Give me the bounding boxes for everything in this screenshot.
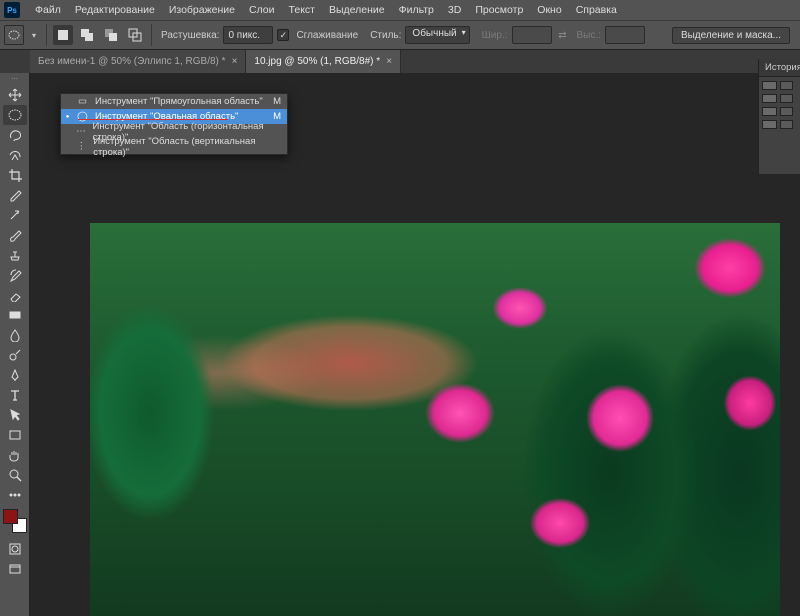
workspace: ⋯ ▭ Ин — [0, 73, 800, 616]
document-tabs: Без имени-1 @ 50% (Эллипс 1, RGB/8) * × … — [0, 50, 800, 73]
selection-mode-add-icon[interactable] — [77, 25, 97, 45]
column-marquee-icon: ⋮ — [75, 141, 89, 152]
flyout-label: Инструмент "Область (вертикальная строка… — [93, 136, 276, 158]
history-step-icon — [780, 120, 793, 129]
menu-layers[interactable]: Слои — [242, 2, 282, 18]
selection-mode-new-icon[interactable] — [53, 25, 73, 45]
foreground-color-swatch[interactable] — [3, 509, 18, 524]
feather-label: Растушевка: — [161, 30, 219, 41]
clone-stamp-tool[interactable] — [3, 245, 27, 265]
menu-3d[interactable]: 3D — [441, 2, 468, 18]
history-entry[interactable] — [762, 106, 797, 117]
zoom-tool[interactable] — [3, 465, 27, 485]
canvas-area[interactable]: ▭ Инструмент "Прямоугольная область" M ●… — [30, 73, 800, 616]
menu-help[interactable]: Справка — [569, 2, 624, 18]
close-icon[interactable]: × — [232, 56, 238, 67]
history-thumb — [762, 94, 777, 103]
history-thumb — [762, 107, 777, 116]
height-input — [605, 26, 645, 44]
selection-mode-intersect-icon[interactable] — [125, 25, 145, 45]
quick-mask-toggle[interactable] — [3, 539, 27, 559]
width-input — [512, 26, 552, 44]
lasso-tool[interactable] — [3, 125, 27, 145]
marquee-tool[interactable] — [3, 105, 27, 125]
menu-image[interactable]: Изображение — [162, 2, 242, 18]
eyedropper-tool[interactable] — [3, 185, 27, 205]
tools-panel: ⋯ — [0, 73, 30, 616]
screen-mode-toggle[interactable] — [3, 559, 27, 579]
crop-tool[interactable] — [3, 165, 27, 185]
hand-tool[interactable] — [3, 445, 27, 465]
history-step-icon — [780, 107, 793, 116]
flyout-shortcut: M — [273, 96, 281, 107]
link-wh-icon: ⇄ — [556, 30, 570, 41]
menu-view[interactable]: Просмотр — [468, 2, 530, 18]
menu-text[interactable]: Текст — [282, 2, 322, 18]
tab-label: 10.jpg @ 50% (1, RGB/8#) * — [254, 56, 380, 67]
history-step-icon — [780, 81, 793, 90]
collapse-toggle[interactable]: ⋯ — [1, 75, 29, 85]
history-panel[interactable]: История — [758, 59, 800, 174]
divider — [46, 24, 47, 46]
menu-edit[interactable]: Редактирование — [68, 2, 162, 18]
selection-mode-subtract-icon[interactable] — [101, 25, 121, 45]
gradient-tool[interactable] — [3, 305, 27, 325]
brush-tool[interactable] — [3, 225, 27, 245]
history-panel-tab[interactable]: История — [759, 59, 800, 77]
flyout-item-single-column[interactable]: ⋮ Инструмент "Область (вертикальная стро… — [61, 139, 287, 154]
tab-label: Без имени-1 @ 50% (Эллипс 1, RGB/8) * — [38, 56, 226, 67]
dodge-tool[interactable] — [3, 345, 27, 365]
select-and-mask-button[interactable]: Выделение и маска... — [672, 27, 790, 44]
document-tab[interactable]: Без имени-1 @ 50% (Эллипс 1, RGB/8) * × — [30, 50, 246, 73]
edit-toolbar[interactable] — [3, 485, 27, 505]
current-dot: ● — [65, 114, 70, 120]
menu-select[interactable]: Выделение — [322, 2, 392, 18]
healing-brush-tool[interactable] — [3, 205, 27, 225]
row-marquee-icon: ⋯ — [74, 126, 87, 137]
history-entry[interactable] — [762, 93, 797, 104]
path-select-tool[interactable] — [3, 405, 27, 425]
flyout-label: Инструмент "Прямоугольная область" — [95, 96, 263, 107]
history-entry[interactable] — [762, 80, 797, 91]
history-thumb — [762, 120, 777, 129]
blur-tool[interactable] — [3, 325, 27, 345]
rect-marquee-icon: ▭ — [75, 96, 90, 107]
app-badge: Ps — [4, 2, 20, 18]
height-label: Выс.: — [577, 30, 601, 41]
antialias-label: Сглаживание — [296, 30, 358, 41]
document-canvas[interactable] — [90, 223, 780, 616]
history-thumb — [762, 81, 777, 90]
move-tool[interactable] — [3, 85, 27, 105]
close-icon[interactable]: × — [386, 56, 392, 67]
tool-preset-dropdown[interactable]: ▾ — [28, 25, 40, 45]
options-bar: ▾ Растушевка: ✓ Сглаживание Стиль: Обычн… — [0, 20, 800, 50]
history-step-icon — [780, 94, 793, 103]
annotation-underline — [78, 119, 228, 120]
antialias-checkbox[interactable]: ✓ — [277, 29, 289, 41]
pen-tool[interactable] — [3, 365, 27, 385]
menu-window[interactable]: Окно — [530, 2, 568, 18]
color-swatches[interactable] — [3, 509, 27, 533]
feather-input[interactable] — [223, 26, 273, 44]
marquee-flyout-menu: ▭ Инструмент "Прямоугольная область" M ●… — [60, 93, 288, 155]
style-select[interactable]: Обычный — [405, 26, 469, 44]
main-menu-bar: Ps Файл Редактирование Изображение Слои … — [0, 0, 800, 20]
document-tab[interactable]: 10.jpg @ 50% (1, RGB/8#) * × — [246, 50, 401, 73]
menu-file[interactable]: Файл — [28, 2, 68, 18]
width-label: Шир.: — [482, 30, 508, 41]
history-brush-tool[interactable] — [3, 265, 27, 285]
rectangle-tool[interactable] — [3, 425, 27, 445]
history-entry[interactable] — [762, 119, 797, 130]
quick-select-tool[interactable] — [3, 145, 27, 165]
divider — [151, 24, 152, 46]
menu-filter[interactable]: Фильтр — [392, 2, 441, 18]
ellipse-marquee-icon: ◯ — [75, 111, 90, 122]
history-panel-body — [759, 77, 800, 133]
eraser-tool[interactable] — [3, 285, 27, 305]
flyout-item-rectangular[interactable]: ▭ Инструмент "Прямоугольная область" M — [61, 94, 287, 109]
style-label: Стиль: — [370, 30, 401, 41]
tool-preset-ellipse[interactable] — [4, 25, 24, 45]
type-tool[interactable] — [3, 385, 27, 405]
